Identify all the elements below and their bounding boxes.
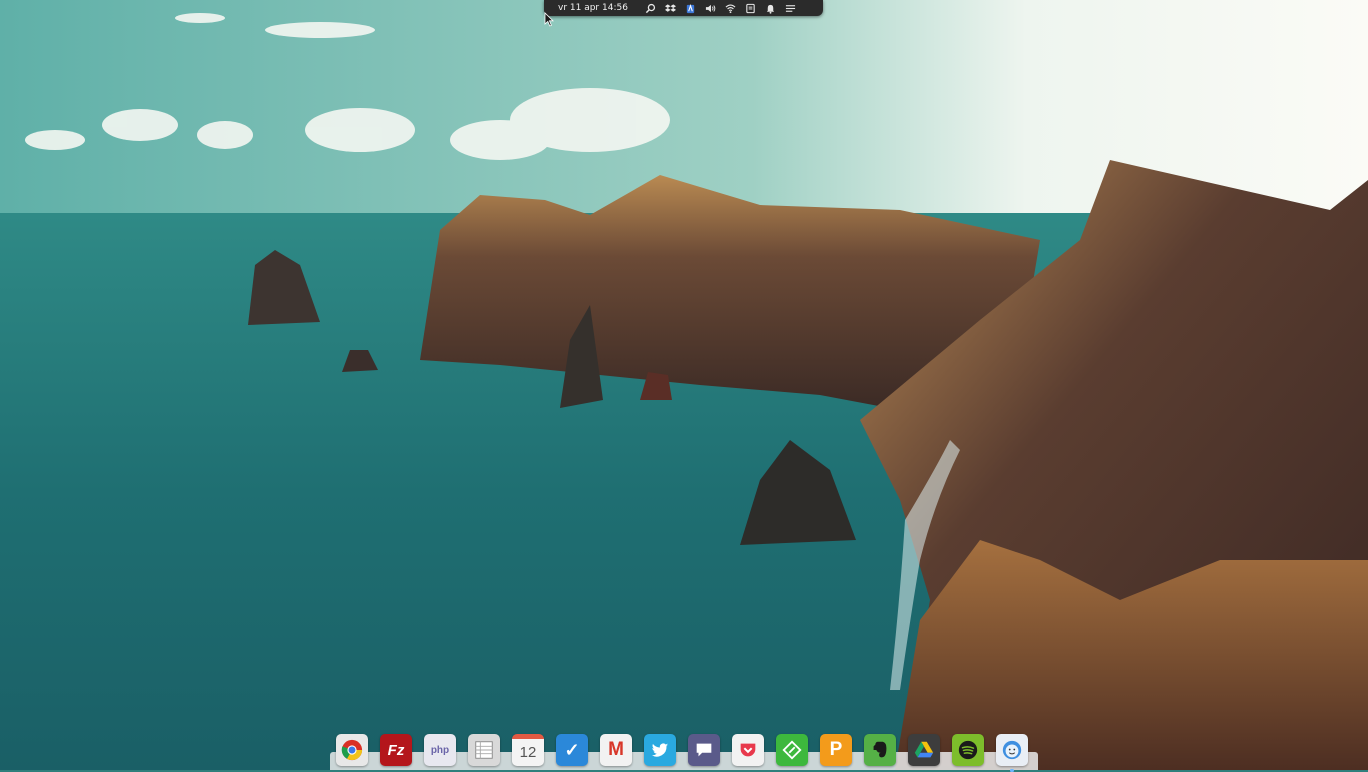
- clipboard-icon[interactable]: [745, 3, 756, 14]
- accessibility-icon[interactable]: [685, 3, 696, 14]
- filezilla-icon[interactable]: Fz: [380, 734, 412, 766]
- evernote-icon[interactable]: [864, 734, 896, 766]
- wifi-icon[interactable]: [725, 3, 736, 14]
- php-icon[interactable]: php: [424, 734, 456, 766]
- spreadsheet-icon[interactable]: [468, 734, 500, 766]
- top-panel: vr 11 apr 14:56: [544, 0, 823, 16]
- search-icon[interactable]: [645, 3, 656, 14]
- chrome-icon[interactable]: [336, 734, 368, 766]
- bell-icon[interactable]: [765, 3, 776, 14]
- clock[interactable]: vr 11 apr 14:56: [558, 3, 628, 13]
- presentation-icon[interactable]: P: [820, 734, 852, 766]
- spotify-icon[interactable]: [952, 734, 984, 766]
- twitter-bird-icon[interactable]: [644, 734, 676, 766]
- dropbox-icon[interactable]: [664, 3, 676, 14]
- smiley-face-icon[interactable]: [996, 734, 1028, 772]
- calendar-icon[interactable]: 12: [512, 734, 544, 766]
- desktop-wallpaper: [0, 0, 1368, 770]
- chat-bubble-icon[interactable]: [688, 734, 720, 766]
- feedly-icon[interactable]: [776, 734, 808, 766]
- checkmark-icon[interactable]: ✓: [556, 734, 588, 766]
- mouse-cursor-icon: [544, 12, 554, 27]
- gmail-icon[interactable]: M: [600, 734, 632, 766]
- dock: Fz php 12 ✓ M P: [336, 732, 1028, 772]
- volume-icon[interactable]: [705, 3, 716, 14]
- session-menu-icon[interactable]: [785, 3, 796, 14]
- drive-icon[interactable]: [908, 734, 940, 766]
- pocket-icon[interactable]: [732, 734, 764, 766]
